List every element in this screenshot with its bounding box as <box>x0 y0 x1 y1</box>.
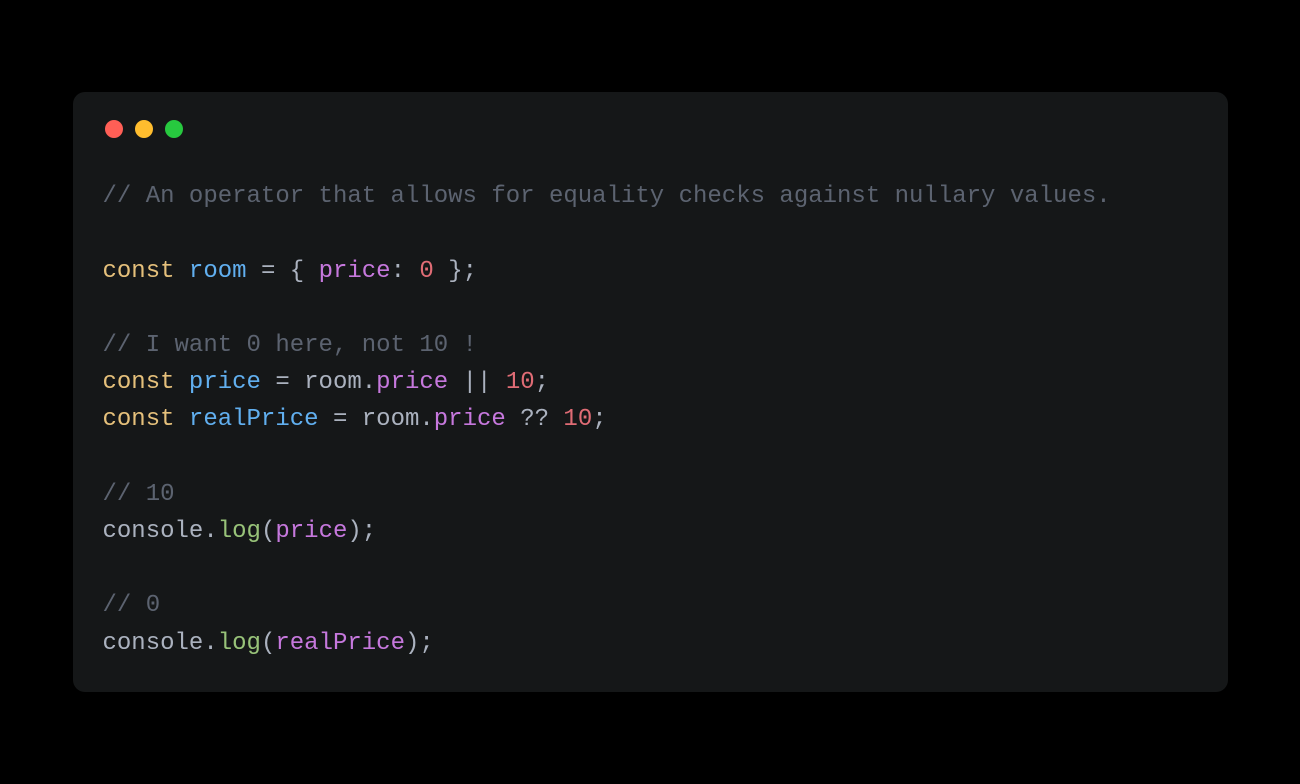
code-space <box>304 258 318 285</box>
code-function: log <box>218 630 261 657</box>
code-space <box>434 258 448 285</box>
maximize-icon[interactable] <box>165 120 183 138</box>
code-punct: } <box>448 258 462 285</box>
code-object: console <box>103 518 204 545</box>
code-punct: = <box>261 258 275 285</box>
code-punct: ; <box>362 518 376 545</box>
code-comment: // An operator that allows for equality … <box>103 183 1111 210</box>
code-punct: ; <box>419 630 433 657</box>
code-block: // An operator that allows for equality … <box>103 178 1198 661</box>
code-argument: realPrice <box>275 630 405 657</box>
code-argument: price <box>275 518 347 545</box>
code-punct: . <box>419 406 433 433</box>
code-punct: = <box>333 406 347 433</box>
code-punct: : <box>391 258 405 285</box>
code-keyword: const <box>103 369 175 396</box>
code-space <box>175 406 189 433</box>
code-punct: ( <box>261 630 275 657</box>
code-variable: realPrice <box>189 406 319 433</box>
code-window: // An operator that allows for equality … <box>73 92 1228 691</box>
code-property: price <box>376 369 448 396</box>
window-controls <box>103 120 1198 138</box>
code-space <box>347 406 361 433</box>
code-property: price <box>319 258 391 285</box>
code-object: console <box>103 630 204 657</box>
code-space <box>247 258 261 285</box>
code-comment: // I want 0 here, not 10 ! <box>103 332 477 359</box>
code-punct: ; <box>535 369 549 396</box>
code-keyword: const <box>103 406 175 433</box>
code-space <box>275 258 289 285</box>
code-punct: = <box>275 369 289 396</box>
close-icon[interactable] <box>105 120 123 138</box>
code-punct: . <box>203 518 217 545</box>
code-space <box>549 406 563 433</box>
code-punct: ( <box>261 518 275 545</box>
code-space <box>405 258 419 285</box>
code-punct: . <box>362 369 376 396</box>
code-punct: ) <box>347 518 361 545</box>
code-comment: // 0 <box>103 592 161 619</box>
code-function: log <box>218 518 261 545</box>
code-number: 10 <box>563 406 592 433</box>
code-property: price <box>434 406 506 433</box>
code-punct: { <box>290 258 304 285</box>
code-variable: room <box>189 258 247 285</box>
code-space <box>506 406 520 433</box>
code-space <box>319 406 333 433</box>
code-keyword: const <box>103 258 175 285</box>
code-space <box>290 369 304 396</box>
code-space <box>448 369 462 396</box>
code-comment: // 10 <box>103 481 175 508</box>
code-space <box>261 369 275 396</box>
code-space <box>175 258 189 285</box>
code-punct: ; <box>592 406 606 433</box>
code-space <box>175 369 189 396</box>
code-object: room <box>362 406 420 433</box>
code-punct: ; <box>463 258 477 285</box>
code-operator: || <box>463 369 492 396</box>
minimize-icon[interactable] <box>135 120 153 138</box>
code-number: 0 <box>419 258 433 285</box>
code-punct: ) <box>405 630 419 657</box>
code-operator: ?? <box>520 406 549 433</box>
code-number: 10 <box>506 369 535 396</box>
code-object: room <box>304 369 362 396</box>
code-space <box>491 369 505 396</box>
code-variable: price <box>189 369 261 396</box>
code-punct: . <box>203 630 217 657</box>
